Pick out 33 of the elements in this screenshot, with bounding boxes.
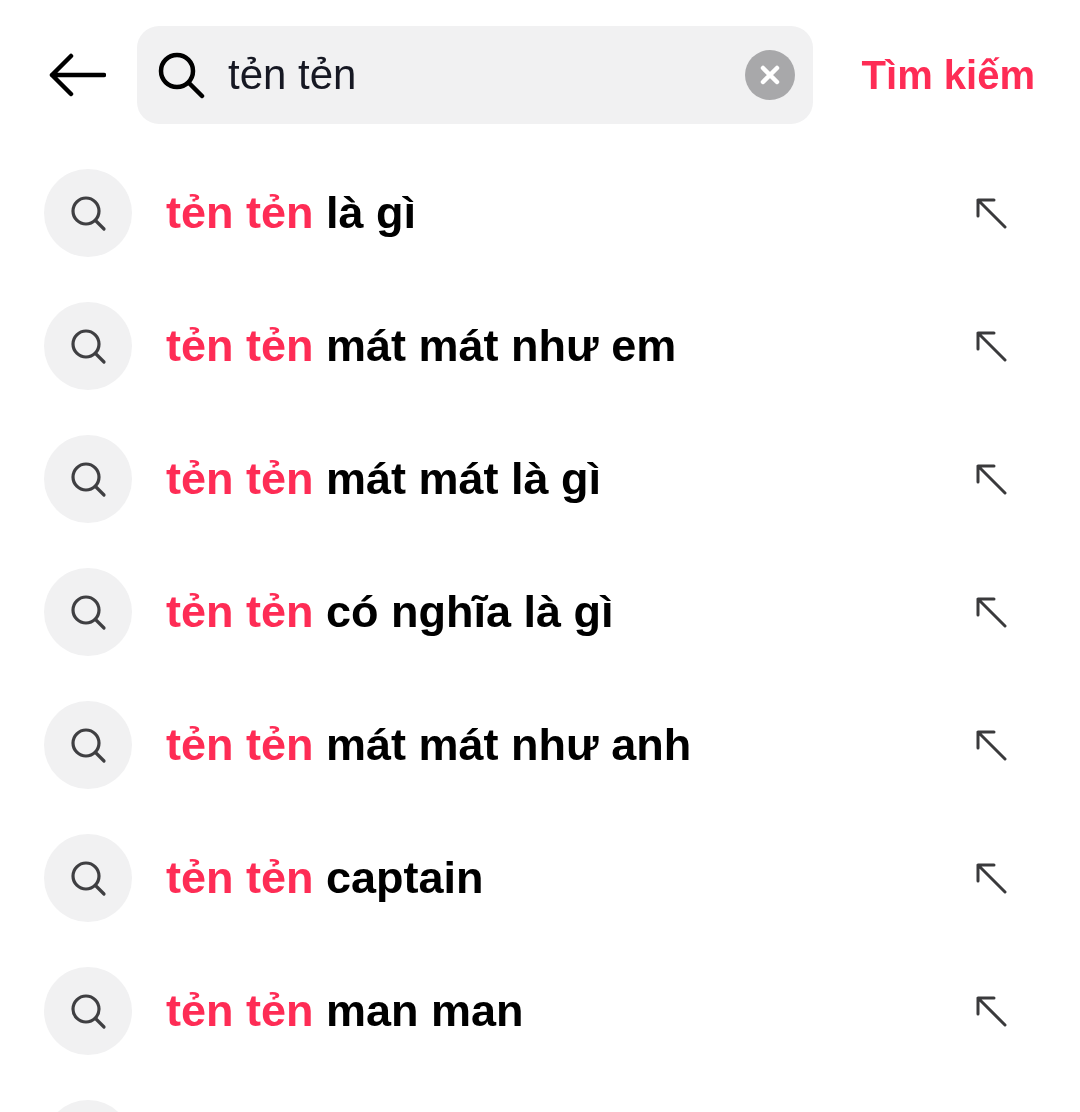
back-arrow-icon[interactable] — [48, 53, 106, 97]
search-field[interactable]: tẻn tẻn — [137, 26, 813, 124]
suggestion-text: tẻn tẻn mát mát như anh — [166, 722, 692, 767]
up-left-arrow-icon[interactable] — [975, 595, 1007, 628]
up-left-arrow-icon[interactable] — [975, 728, 1007, 761]
suggestion-text: tẻn tẻn là gì — [166, 190, 417, 235]
search-icon — [44, 966, 132, 1055]
up-left-arrow-icon[interactable] — [975, 462, 1007, 495]
suggestion-item[interactable]: tẻn tẻn mát mát như em — [0, 279, 1080, 412]
search-button[interactable]: Tìm kiếm — [861, 55, 1035, 95]
search-icon — [44, 700, 132, 789]
search-icon — [44, 833, 132, 922]
up-left-arrow-icon[interactable] — [975, 861, 1007, 894]
suggestion-item[interactable]: tẻn tẻn man man — [0, 944, 1080, 1077]
suggestion-item[interactable]: tẻn tẻn mát mát là gì — [0, 412, 1080, 545]
suggestion-item[interactable]: tẻn tẻn mát mát như anh — [0, 678, 1080, 811]
search-icon — [44, 567, 132, 656]
up-left-arrow-icon[interactable] — [975, 196, 1007, 229]
suggestion-text: tẻn tẻn mát mát là gì — [166, 456, 602, 501]
suggestion-text: tẻn tẻn captain — [166, 855, 484, 900]
search-query-text: tẻn tẻn — [228, 54, 357, 96]
search-icon — [44, 168, 132, 257]
suggestion-item[interactable]: tẻn tẻn có nghĩa là gì — [0, 545, 1080, 678]
suggestion-item[interactable]: tẻn tẻn captain — [0, 811, 1080, 944]
suggestion-text: tẻn tẻn mát mát như em — [166, 323, 677, 368]
up-left-arrow-icon[interactable] — [975, 994, 1007, 1027]
up-left-arrow-icon[interactable] — [975, 329, 1007, 362]
search-icon — [157, 51, 205, 99]
search-icon — [44, 301, 132, 390]
search-icon — [44, 434, 132, 523]
suggestion-text: tẻn tẻn man man — [166, 988, 524, 1033]
suggestion-item[interactable]: tẻn tẻn là gì — [0, 146, 1080, 279]
suggestion-text: tẻn tẻn có nghĩa là gì — [166, 589, 614, 634]
